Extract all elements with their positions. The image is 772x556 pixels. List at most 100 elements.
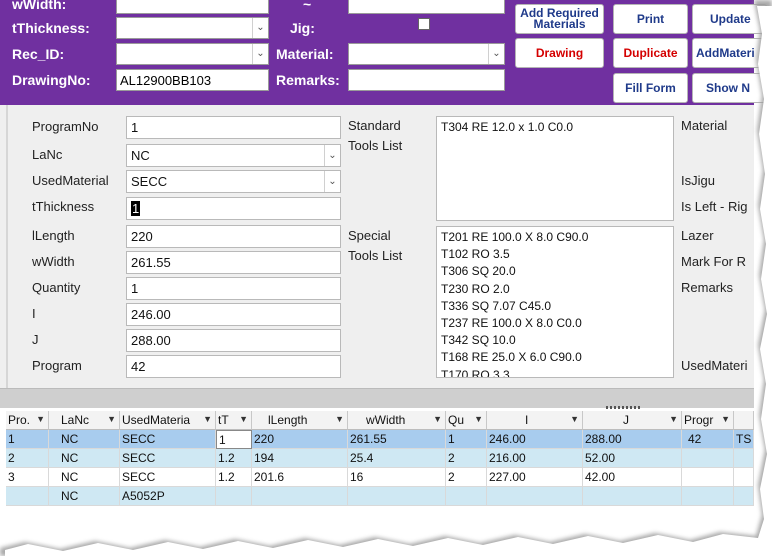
material-select[interactable]: ⌄	[348, 43, 505, 65]
j-field[interactable]: 288.00	[126, 329, 341, 352]
table-cell[interactable]: 25.4	[348, 449, 446, 468]
table-cell-editing[interactable]: 1	[216, 430, 252, 449]
table-cell[interactable]: TS	[734, 430, 754, 449]
table-cell[interactable]: 42	[682, 430, 734, 449]
table-cell[interactable]	[682, 449, 734, 468]
i-field[interactable]: 246.00	[126, 303, 341, 326]
table-cell[interactable]	[216, 487, 252, 506]
add-material-button[interactable]: AddMateri	[692, 38, 767, 68]
drawing-button[interactable]: Drawing	[515, 38, 604, 68]
list-item[interactable]: T230 RO 2.0	[441, 281, 669, 298]
duplicate-button[interactable]: Duplicate	[613, 38, 688, 68]
standard-tools-list[interactable]: T304 RE 12.0 x 1.0 C0.0	[436, 116, 674, 221]
print-button[interactable]: Print	[613, 4, 688, 34]
list-item[interactable]: T170 RO 3.3	[441, 367, 669, 378]
table-row[interactable]: 1 NC SECC 1 220 261.55 1 246.00 288.00 4…	[6, 430, 754, 449]
filter-dropdown-icon[interactable]: ▼	[239, 414, 248, 424]
list-item[interactable]: T336 SQ 7.07 C45.0	[441, 298, 669, 315]
tthickness-select[interactable]: ⌄	[116, 17, 269, 39]
table-cell[interactable]: NC	[49, 430, 120, 449]
wwidth-field[interactable]	[116, 0, 269, 14]
column-header-pro[interactable]: Pro. ▼	[6, 411, 49, 430]
tthickness-field[interactable]: 1	[126, 197, 341, 220]
table-row[interactable]: NC A5052P	[6, 487, 754, 506]
column-header-j[interactable]: J ▼	[583, 411, 682, 430]
list-item[interactable]: T342 SQ 10.0	[441, 332, 669, 349]
show-button[interactable]: Show N	[692, 73, 767, 103]
column-header-progr[interactable]: Progr ▼	[682, 411, 734, 430]
used-material-select[interactable]: SECC ⌄	[126, 170, 341, 193]
column-header-usedmaterial[interactable]: UsedMateria ▼	[120, 411, 216, 430]
filter-dropdown-icon[interactable]: ▼	[107, 414, 116, 424]
fill-form-button[interactable]: Fill Form	[613, 73, 688, 103]
table-cell[interactable]: 220	[252, 430, 348, 449]
table-cell[interactable]: NC	[49, 449, 120, 468]
filter-dropdown-icon[interactable]: ▼	[570, 414, 579, 424]
table-cell[interactable]: 16	[348, 468, 446, 487]
table-cell[interactable]: A5052P	[120, 487, 216, 506]
table-cell[interactable]: 1	[6, 430, 49, 449]
list-item[interactable]: T201 RE 100.0 X 8.0 C90.0	[441, 229, 669, 246]
column-header-lanc[interactable]: LaNc ▼	[49, 411, 120, 430]
table-cell[interactable]	[734, 468, 754, 487]
table-cell[interactable]	[446, 487, 487, 506]
filter-dropdown-icon[interactable]: ▼	[474, 414, 483, 424]
table-cell[interactable]	[348, 487, 446, 506]
filter-dropdown-icon[interactable]: ▼	[721, 414, 730, 424]
column-header-i[interactable]: I ▼	[487, 411, 583, 430]
table-cell[interactable]: SECC	[120, 468, 216, 487]
table-cell[interactable]: 246.00	[487, 430, 583, 449]
program-no-field[interactable]: 1	[126, 116, 341, 139]
table-cell[interactable]: 288.00	[583, 430, 682, 449]
splitter-grip-icon[interactable]	[606, 406, 640, 409]
column-header-wwidth[interactable]: wWidth ▼	[348, 411, 446, 430]
column-header-tt[interactable]: tT ▼	[216, 411, 252, 430]
table-cell[interactable]: NC	[49, 487, 120, 506]
quantity-field[interactable]: 1	[126, 277, 341, 300]
table-row[interactable]	[6, 506, 754, 524]
jig-checkbox[interactable]	[418, 18, 430, 30]
list-item[interactable]: T168 RE 25.0 X 6.0 C90.0	[441, 349, 669, 366]
table-cell[interactable]: 42.00	[583, 468, 682, 487]
add-required-materials-button[interactable]: Add Required Materials	[515, 4, 604, 34]
list-item[interactable]: T306 SQ 20.0	[441, 263, 669, 280]
list-item[interactable]: T102 RO 3.5	[441, 246, 669, 263]
table-cell[interactable]	[252, 487, 348, 506]
table-cell[interactable]: SECC	[120, 449, 216, 468]
table-cell[interactable]: 227.00	[487, 468, 583, 487]
program-field[interactable]: 42	[126, 355, 341, 378]
table-cell[interactable]	[734, 449, 754, 468]
table-cell[interactable]: 52.00	[583, 449, 682, 468]
table-cell[interactable]: 261.55	[348, 430, 446, 449]
table-cell[interactable]	[682, 487, 734, 506]
column-header-extra[interactable]	[734, 411, 754, 430]
table-cell[interactable]	[682, 468, 734, 487]
rec-id-select[interactable]: ⌄	[116, 43, 269, 65]
table-cell[interactable]: 2	[446, 449, 487, 468]
table-cell[interactable]: SECC	[120, 430, 216, 449]
table-cell[interactable]: 1.2	[216, 468, 252, 487]
filter-dropdown-icon[interactable]: ▼	[669, 414, 678, 424]
table-cell[interactable]: 2	[6, 449, 49, 468]
llength-field[interactable]: 220	[126, 225, 341, 248]
table-cell[interactable]	[487, 487, 583, 506]
list-item[interactable]: T237 RE 100.0 X 8.0 C0.0	[441, 315, 669, 332]
table-cell[interactable]	[734, 487, 754, 506]
table-cell[interactable]	[6, 487, 49, 506]
list-item[interactable]: T304 RE 12.0 x 1.0 C0.0	[441, 119, 669, 136]
drawingno-field[interactable]: AL12900BB103	[116, 69, 269, 91]
table-cell[interactable]: 1.2	[216, 449, 252, 468]
wwidth-to-field[interactable]	[348, 0, 505, 14]
column-header-qu[interactable]: Qu ▼	[446, 411, 487, 430]
filter-dropdown-icon[interactable]: ▼	[36, 414, 45, 424]
table-row[interactable]: 2 NC SECC 1.2 194 25.4 2 216.00 52.00	[6, 449, 754, 468]
table-row[interactable]: 3 NC SECC 1.2 201.6 16 2 227.00 42.00	[6, 468, 754, 487]
table-cell[interactable]	[583, 487, 682, 506]
table-cell[interactable]: NC	[49, 468, 120, 487]
filter-dropdown-icon[interactable]: ▼	[203, 414, 212, 424]
table-cell[interactable]: 2	[446, 468, 487, 487]
table-cell[interactable]: 1	[446, 430, 487, 449]
lanc-select[interactable]: NC ⌄	[126, 144, 341, 167]
wwidth-form-field[interactable]: 261.55	[126, 251, 341, 274]
special-tools-list[interactable]: T201 RE 100.0 X 8.0 C90.0 T102 RO 3.5 T3…	[436, 226, 674, 378]
